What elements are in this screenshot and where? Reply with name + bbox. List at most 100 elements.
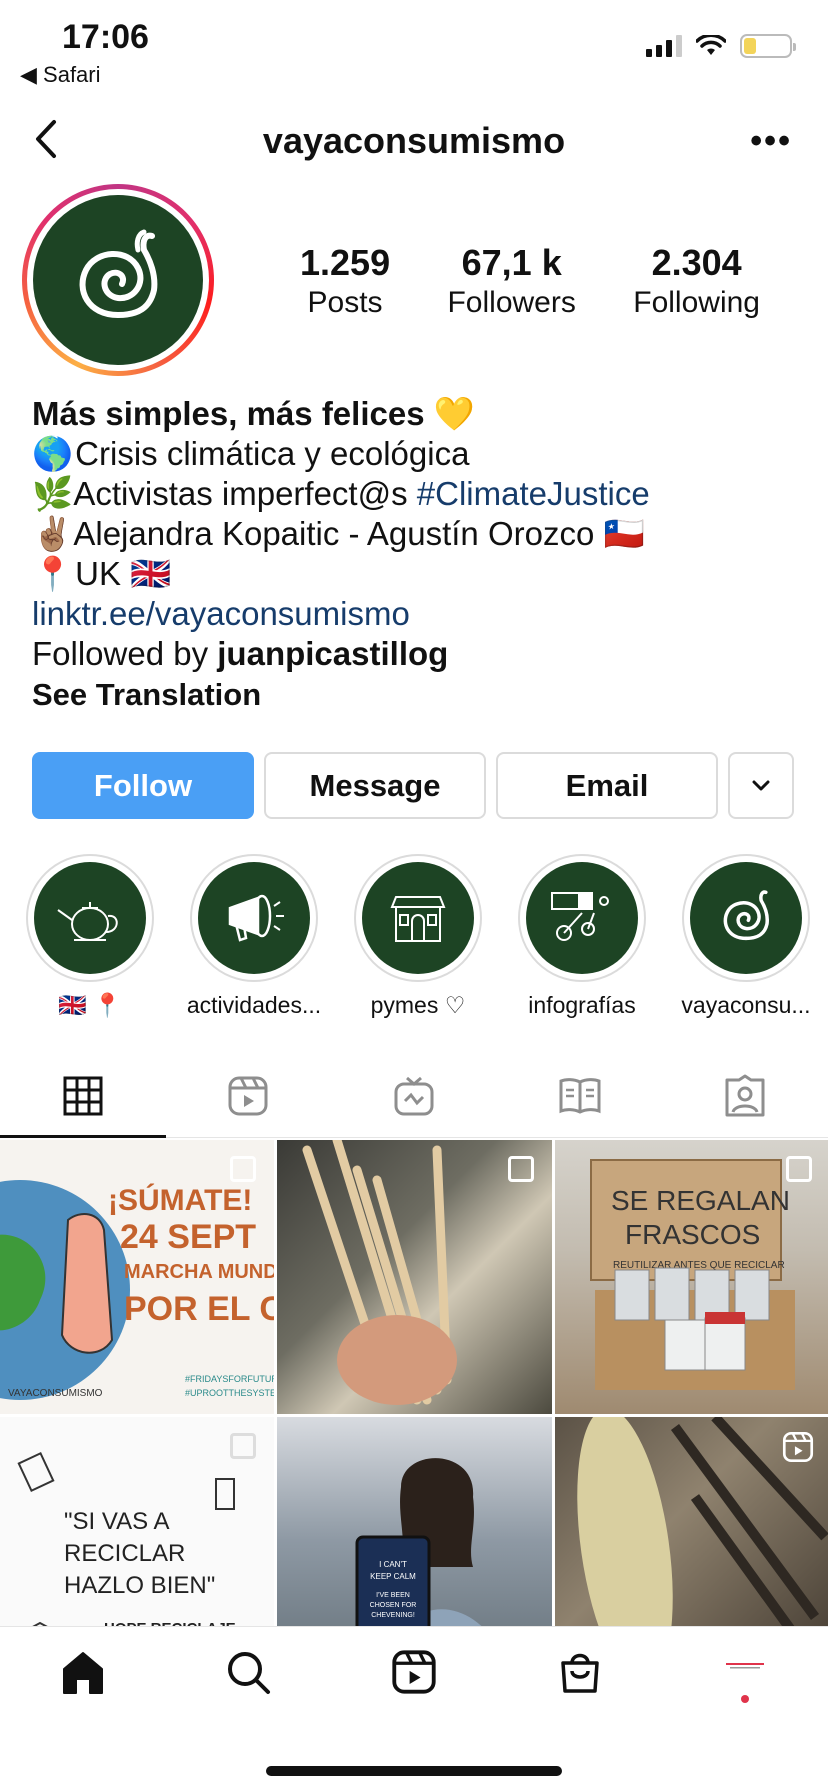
chile-flag-emoji: 🇨🇱 — [603, 515, 645, 552]
reels-icon — [228, 1076, 268, 1115]
reel-icon — [782, 1431, 814, 1463]
snail-icon — [723, 890, 769, 941]
post-text: CHOSEN FOR — [370, 1602, 417, 1609]
guides-icon — [559, 1077, 601, 1114]
stat-value: 2.304 — [651, 242, 742, 283]
profile-username: vayaconsumismo — [262, 120, 566, 161]
carousel-icon — [230, 1156, 256, 1182]
bio-website-link[interactable]: linktr.ee/vayaconsumismo — [32, 595, 410, 632]
bottom-navigation — [0, 1626, 828, 1746]
cellular-signal-icon — [646, 35, 682, 57]
following-count[interactable]: 2.304 Following — [633, 242, 760, 320]
post-text: I'VE BEEN — [376, 1592, 410, 1599]
back-to-safari[interactable]: ◀ Safari — [20, 62, 101, 88]
posts-count[interactable]: 1.259 Posts — [300, 242, 390, 320]
post-text: ¡SÚMATE! — [108, 1183, 252, 1217]
battery-icon — [740, 34, 796, 58]
stat-value: 67,1 k — [461, 242, 562, 283]
post-text: KEEP CALM — [370, 1572, 416, 1581]
tab-tagged[interactable] — [662, 1054, 828, 1137]
uk-flag-emoji: 🇬🇧 — [130, 555, 172, 592]
more-options-button[interactable]: ••• — [750, 122, 792, 161]
profile-bio: Más simples, más felices 💛 🌎 Crisis clim… — [32, 394, 812, 715]
home-indicator[interactable] — [266, 1766, 562, 1776]
highlight-item[interactable]: vayaconsu... — [681, 854, 811, 1019]
shopping-bag-icon — [560, 1653, 599, 1693]
highlight-label: infografías — [528, 992, 636, 1018]
stat-label: Following — [633, 286, 760, 319]
nav-shop[interactable] — [540, 1649, 620, 1719]
herb-emoji: 🌿 — [32, 475, 74, 512]
nav-profile[interactable] — [705, 1649, 785, 1719]
snail-logo-icon — [79, 229, 158, 318]
tab-guides[interactable] — [497, 1054, 663, 1137]
yellow-heart-emoji: 💛 — [433, 395, 475, 432]
profile-actions: Follow Message Email — [32, 752, 794, 819]
chart-icon — [551, 892, 609, 941]
followers-count[interactable]: 67,1 k Followers — [447, 242, 575, 320]
stat-label: Posts — [307, 286, 383, 319]
post-text: #UPROOTTHESYSTEM — [185, 1388, 274, 1398]
tab-grid[interactable] — [0, 1054, 166, 1138]
notification-dot — [741, 1695, 750, 1703]
wifi-icon — [696, 35, 726, 55]
tagged-icon — [725, 1074, 765, 1116]
tab-igtv[interactable] — [331, 1054, 497, 1137]
bio-line-3: Alejandra Kopaitic - Agustín Orozco — [73, 515, 595, 552]
hashtag-link[interactable]: #ClimateJustice — [417, 475, 650, 512]
highlight-item[interactable]: infografías — [518, 854, 646, 1019]
message-button[interactable]: Message — [264, 752, 486, 819]
post-text: VAYACONSUMISMO — [8, 1388, 103, 1399]
followed-by-prefix: Followed by — [32, 635, 209, 672]
post-text: FRASCOS — [625, 1219, 760, 1250]
followed-by[interactable]: Followed by juanpicastillog — [32, 634, 812, 674]
post-text: POR EL CLIMA — [124, 1290, 274, 1328]
post-text: 24 SEPT — [120, 1218, 256, 1256]
nav-reels[interactable] — [374, 1649, 454, 1719]
megaphone-icon — [228, 894, 284, 942]
email-button[interactable]: Email — [496, 752, 718, 819]
search-icon — [228, 1652, 271, 1694]
chevron-down-icon — [752, 780, 770, 790]
carousel-icon — [786, 1156, 812, 1182]
post-text: "SI VAS A — [64, 1508, 169, 1535]
status-bar: 17:06 ◀ Safari — [0, 0, 828, 100]
highlight-label: actividades... — [186, 992, 322, 1018]
highlight-label: vayaconsu... — [681, 992, 811, 1018]
bio-line-1: Crisis climática y ecológica — [75, 435, 470, 472]
post-thumbnail[interactable] — [277, 1140, 552, 1414]
bio-line-4: UK — [75, 555, 122, 592]
pin-emoji: 📍 — [32, 555, 74, 592]
stat-value: 1.259 — [300, 242, 391, 283]
profile-tabs — [0, 1054, 828, 1138]
carousel-icon — [508, 1156, 534, 1182]
post-thumbnail[interactable]: SE REGALAN FRASCOS REUTILIZAR ANTES QUE … — [555, 1140, 828, 1414]
post-text: REUTILIZAR ANTES QUE RECICLAR — [613, 1260, 785, 1271]
nav-home[interactable] — [43, 1649, 123, 1719]
highlight-item[interactable]: pymes ♡ — [354, 854, 482, 1019]
post-text: SE REGALAN — [611, 1185, 790, 1216]
grid-icon — [63, 1076, 103, 1115]
post-text: #FRIDAYSFORFUTURE — [185, 1374, 274, 1384]
highlight-item[interactable]: 🇬🇧 📍 — [26, 854, 154, 1019]
stat-label: Followers — [447, 286, 576, 319]
post-text: CHEVENING! — [371, 1612, 415, 1619]
highlight-item[interactable]: actividades... — [187, 854, 321, 1019]
profile-avatar[interactable] — [22, 184, 214, 376]
post-text: I CAN'T — [379, 1560, 407, 1569]
post-thumbnail[interactable]: ¡SÚMATE! 24 SEPT MARCHA MUNDIAL POR EL C… — [0, 1140, 274, 1414]
tab-reels[interactable] — [166, 1054, 332, 1137]
post-text: HAZLO BIEN" — [64, 1572, 215, 1599]
posts-grid: ¡SÚMATE! 24 SEPT MARCHA MUNDIAL POR EL C… — [0, 1140, 828, 1691]
globe-emoji: 🌎 — [32, 435, 74, 472]
highlight-label: 🇬🇧 📍 — [58, 992, 122, 1018]
nav-search[interactable] — [208, 1649, 288, 1719]
see-translation-link[interactable]: See Translation — [32, 677, 261, 712]
follow-button[interactable]: Follow — [32, 752, 254, 819]
suggested-accounts-button[interactable] — [728, 752, 794, 819]
highlight-label: pymes ♡ — [370, 992, 466, 1018]
profile-header: vayaconsumismo ••• — [0, 100, 828, 180]
profile-avatar-icon — [726, 1663, 765, 1669]
shop-icon — [390, 896, 446, 942]
status-time: 17:06 — [62, 18, 149, 56]
